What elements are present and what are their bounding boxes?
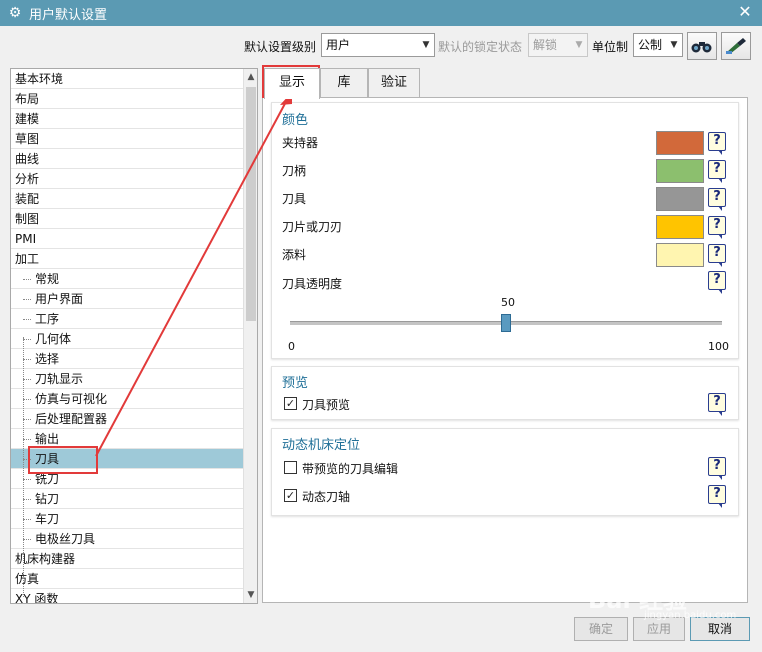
tab-display[interactable]: 显示 xyxy=(264,68,320,99)
annotation-arrow xyxy=(95,92,292,457)
